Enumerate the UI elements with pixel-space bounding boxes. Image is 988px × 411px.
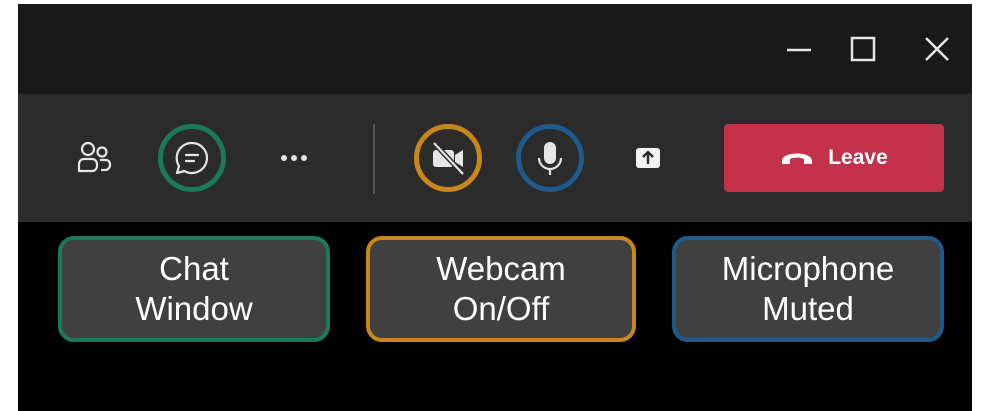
microphone-button[interactable] [516, 124, 584, 192]
callout-line2: Muted [762, 290, 854, 327]
meeting-window: Leave Chat Window Webcam On/Off Micropho… [18, 4, 972, 411]
callout-line1: Chat [159, 250, 229, 287]
callout-chat-window: Chat Window [58, 236, 330, 342]
minimize-button[interactable] [776, 26, 822, 72]
callout-line2: On/Off [452, 290, 550, 327]
camera-highlight-ring [414, 124, 482, 192]
meeting-toolbar: Leave [18, 94, 972, 222]
share-icon [636, 148, 660, 168]
camera-toggle-button[interactable] [414, 124, 482, 192]
leave-label: Leave [828, 146, 888, 169]
share-screen-button[interactable] [626, 138, 670, 178]
microphone-highlight-ring [516, 124, 584, 192]
chat-button[interactable] [158, 124, 226, 192]
close-button[interactable] [914, 26, 960, 72]
toolbar-divider [373, 124, 375, 194]
maximize-button[interactable] [840, 26, 886, 72]
chat-highlight-ring [158, 124, 226, 192]
more-dots-icon [281, 155, 307, 161]
leave-button[interactable]: Leave [724, 124, 944, 192]
phone-hangup-icon [782, 153, 813, 164]
callout-line1: Microphone [721, 250, 895, 287]
participants-button[interactable] [72, 138, 116, 178]
people-icon [77, 141, 112, 173]
callout-microphone: Microphone Muted [672, 236, 944, 342]
more-options-button[interactable] [274, 138, 314, 178]
minimize-icon [787, 48, 811, 52]
title-bar [18, 4, 972, 94]
callout-line2: Window [135, 290, 253, 327]
close-icon [925, 37, 949, 61]
maximize-icon [850, 36, 876, 62]
callout-line1: Webcam [436, 250, 566, 287]
callout-webcam: Webcam On/Off [366, 236, 636, 342]
